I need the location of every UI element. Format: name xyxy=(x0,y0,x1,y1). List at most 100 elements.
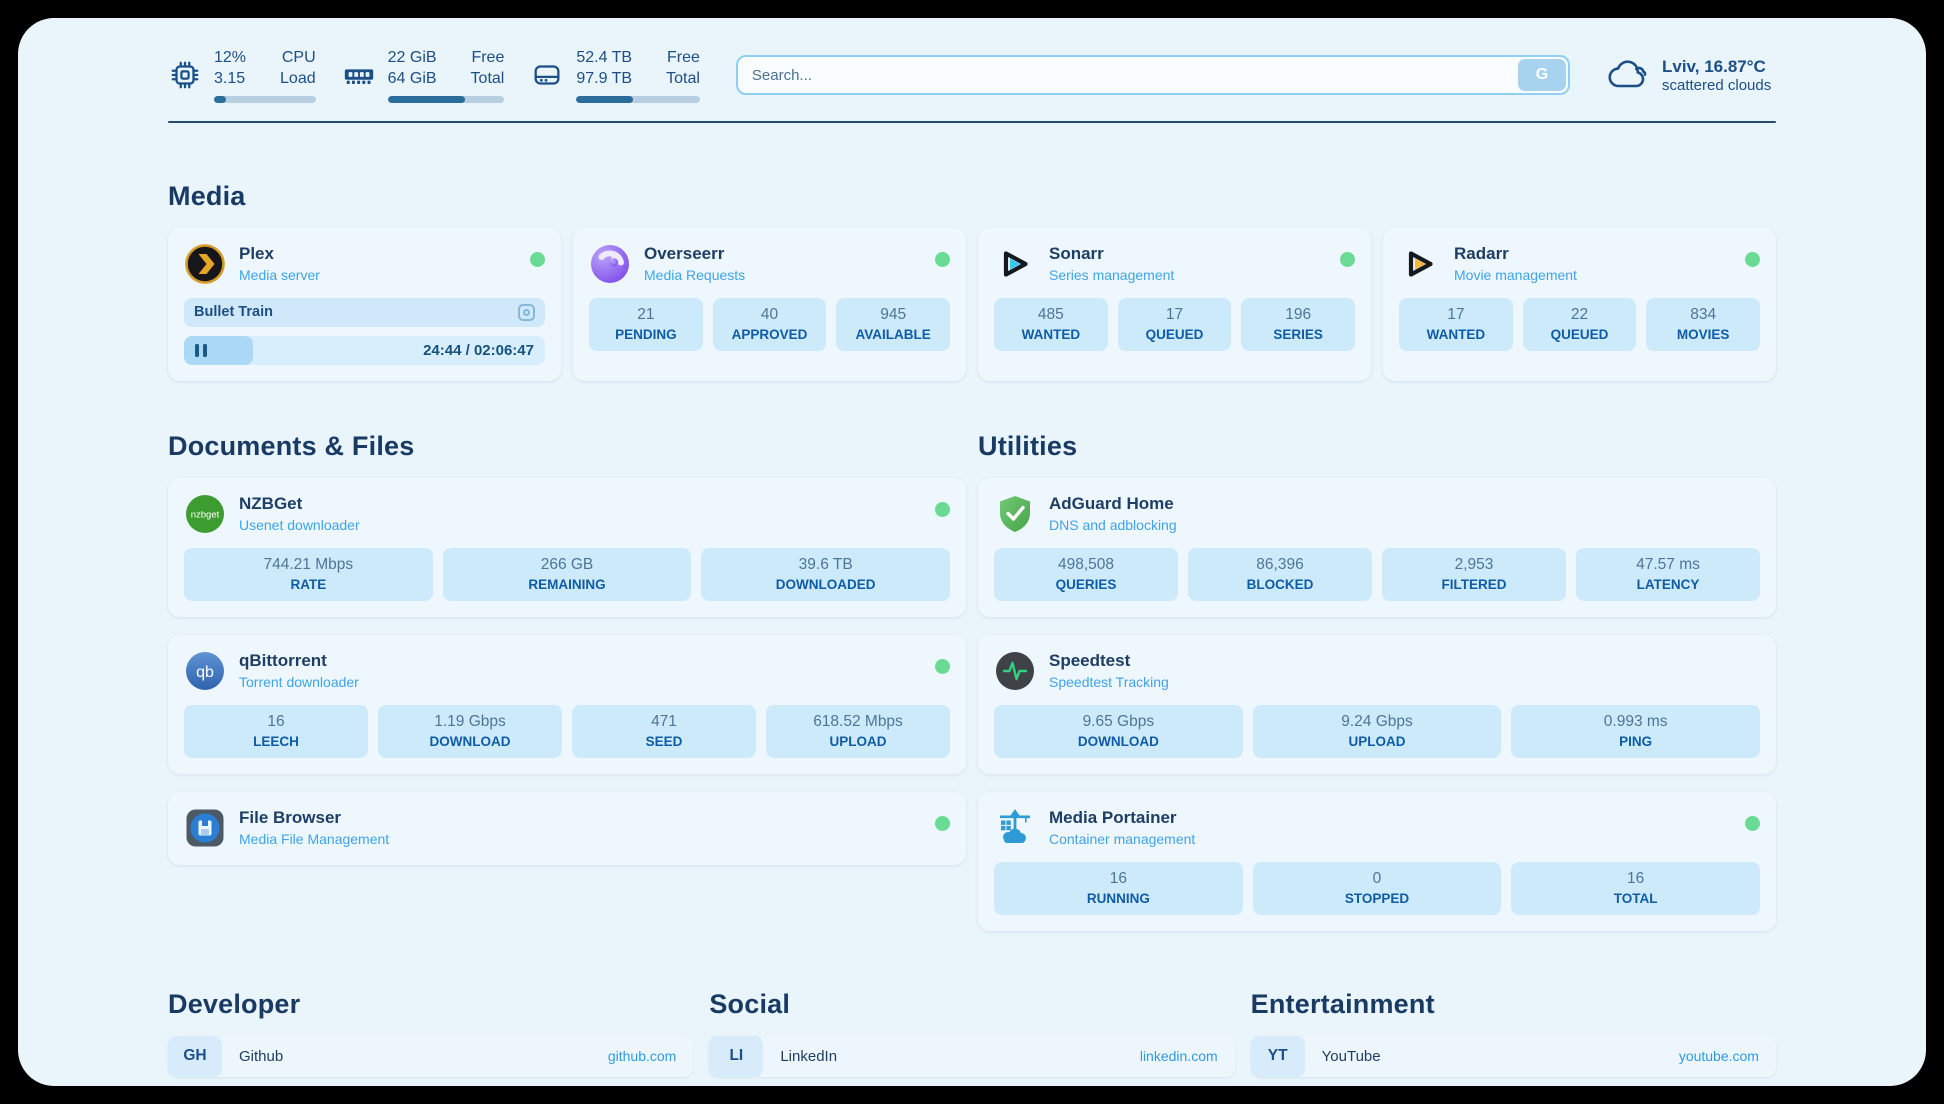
storage-free-label: Free xyxy=(666,48,700,69)
app-name: Media Portainer xyxy=(1049,808,1732,828)
stat-tile: 17 QUEUED xyxy=(1118,298,1232,351)
app-card-qbittorrent[interactable]: qb qBittorrent Torrent downloader 16 LEE… xyxy=(168,635,966,774)
stat-tile: 17 WANTED xyxy=(1399,298,1513,351)
stat-tile: 16 LEECH xyxy=(184,705,368,758)
stat-tile: 39.6 TB DOWNLOADED xyxy=(701,548,950,601)
app-card-filebrowser[interactable]: File Browser Media File Management xyxy=(168,792,966,865)
weather-widget: Lviv, 16.87°C scattered clouds xyxy=(1606,56,1776,94)
sonarr-icon xyxy=(994,243,1036,285)
app-description: Usenet downloader xyxy=(239,517,922,533)
app-card-nzbget[interactable]: nzbget NZBGet Usenet downloader 744.21 M… xyxy=(168,478,966,617)
stat-tile: 16 TOTAL xyxy=(1511,862,1760,915)
app-description: Series management xyxy=(1049,267,1327,283)
bookmark-badge: LI xyxy=(709,1036,763,1077)
stat-tile: 16 RUNNING xyxy=(994,862,1243,915)
bookmark-url: github.com xyxy=(608,1048,693,1064)
app-name: Speedtest xyxy=(1049,651,1760,671)
adguard-icon xyxy=(994,493,1036,535)
app-name: Plex xyxy=(239,244,517,264)
status-dot xyxy=(935,816,950,831)
app-card-radarr[interactable]: Radarr Movie management 17 WANTED 22 QUE… xyxy=(1383,228,1776,381)
app-card-speedtest[interactable]: Speedtest Speedtest Tracking 9.65 Gbps D… xyxy=(978,635,1776,774)
app-card-plex[interactable]: Plex Media server Bullet Train 24:44 / 0… xyxy=(168,228,561,381)
storage-widget: 52.4 TB 97.9 TB Free Total xyxy=(530,48,700,103)
app-description: Container management xyxy=(1049,831,1732,847)
section-title-utilities: Utilities xyxy=(978,431,1776,462)
speedtest-icon xyxy=(994,650,1036,692)
portainer-icon xyxy=(994,807,1036,849)
stat-tile: 471 SEED xyxy=(572,705,756,758)
bookmark-name: Github xyxy=(239,1048,283,1065)
playback-time: 24:44 / 02:06:47 xyxy=(423,342,545,359)
app-name: NZBGet xyxy=(239,494,922,514)
radarr-icon xyxy=(1399,243,1441,285)
memory-total-value: 64 GiB xyxy=(388,69,437,90)
section-title-media: Media xyxy=(168,181,1776,212)
stat-tile: 21 PENDING xyxy=(589,298,703,351)
memory-widget: 22 GiB 64 GiB Free Total xyxy=(342,48,505,103)
weather-condition: scattered clouds xyxy=(1662,77,1771,94)
cloud-icon xyxy=(1606,56,1650,94)
section-social: Social LI LinkedIn linkedin.com TW Twitt… xyxy=(709,989,1234,1086)
memory-total-label: Total xyxy=(471,69,505,90)
playback-progress-bar: 24:44 / 02:06:47 xyxy=(184,336,545,365)
memory-free-label: Free xyxy=(471,48,505,69)
status-dot xyxy=(1340,252,1355,267)
disk-icon xyxy=(530,58,564,92)
filebrowser-icon xyxy=(184,807,226,849)
section-media: Media Plex Media server xyxy=(168,181,1776,381)
bookmark-name: LinkedIn xyxy=(780,1048,837,1065)
stat-tile: 266 GB REMAINING xyxy=(443,548,692,601)
search-input[interactable] xyxy=(736,55,1570,95)
section-title-entertainment: Entertainment xyxy=(1251,989,1776,1020)
storage-total-label: Total xyxy=(666,69,700,90)
app-card-overseerr[interactable]: Overseerr Media Requests 21 PENDING 40 A… xyxy=(573,228,966,381)
stat-tile: 744.21 Mbps RATE xyxy=(184,548,433,601)
stat-tile: 196 SERIES xyxy=(1241,298,1355,351)
app-description: Movie management xyxy=(1454,267,1732,283)
storage-progress-bar xyxy=(576,96,700,103)
bookmark-url: linkedin.com xyxy=(1140,1048,1235,1064)
status-dot xyxy=(935,252,950,267)
storage-total-value: 97.9 TB xyxy=(576,69,632,90)
app-card-sonarr[interactable]: Sonarr Series management 485 WANTED 17 Q… xyxy=(978,228,1371,381)
stat-tile: 9.65 Gbps DOWNLOAD xyxy=(994,705,1243,758)
stat-tile: 945 AVAILABLE xyxy=(836,298,950,351)
app-name: qBittorrent xyxy=(239,651,922,671)
memory-progress-bar xyxy=(388,96,505,103)
cpu-usage-value: 12% xyxy=(214,48,246,69)
stat-tile: 834 MOVIES xyxy=(1646,298,1760,351)
bookmark-badge: GH xyxy=(168,1036,222,1077)
section-entertainment: Entertainment YT YouTube youtube.com NF … xyxy=(1251,989,1776,1086)
storage-free-value: 52.4 TB xyxy=(576,48,632,69)
stat-tile: 0 STOPPED xyxy=(1253,862,1502,915)
pause-button[interactable] xyxy=(195,344,207,357)
bookmark-linkedin[interactable]: LI LinkedIn linkedin.com xyxy=(709,1036,1234,1077)
qbittorrent-icon: qb xyxy=(184,650,226,692)
app-description: Torrent downloader xyxy=(239,674,922,690)
status-dot xyxy=(1745,252,1760,267)
app-description: Media server xyxy=(239,267,517,283)
cpu-icon xyxy=(168,58,202,92)
section-developer: Developer GH Github github.com SO StackO… xyxy=(168,989,693,1086)
stat-tile: 9.24 Gbps UPLOAD xyxy=(1253,705,1502,758)
status-dot xyxy=(935,502,950,517)
bookmark-name: YouTube xyxy=(1322,1048,1381,1065)
app-card-adguard[interactable]: AdGuard Home DNS and adblocking 498,508 … xyxy=(978,478,1776,617)
bookmark-youtube[interactable]: YT YouTube youtube.com xyxy=(1251,1036,1776,1077)
ram-icon xyxy=(342,58,376,92)
section-utilities: Utilities xyxy=(978,431,1776,949)
bookmark-url: youtube.com xyxy=(1679,1048,1776,1064)
video-icon xyxy=(518,304,535,321)
dashboard-panel: 12% 3.15 CPU Load xyxy=(18,18,1926,1086)
section-title-documents: Documents & Files xyxy=(168,431,966,462)
status-dot xyxy=(1745,816,1760,831)
status-dot xyxy=(935,659,950,674)
app-card-portainer[interactable]: Media Portainer Container management 16 … xyxy=(978,792,1776,931)
search-engine-button[interactable]: G xyxy=(1518,59,1566,91)
cpu-load-label: Load xyxy=(280,69,316,90)
bookmark-github[interactable]: GH Github github.com xyxy=(168,1036,693,1077)
stat-tile: 22 QUEUED xyxy=(1523,298,1637,351)
header-divider xyxy=(168,121,1776,123)
top-bar: 12% 3.15 CPU Load xyxy=(168,48,1776,103)
